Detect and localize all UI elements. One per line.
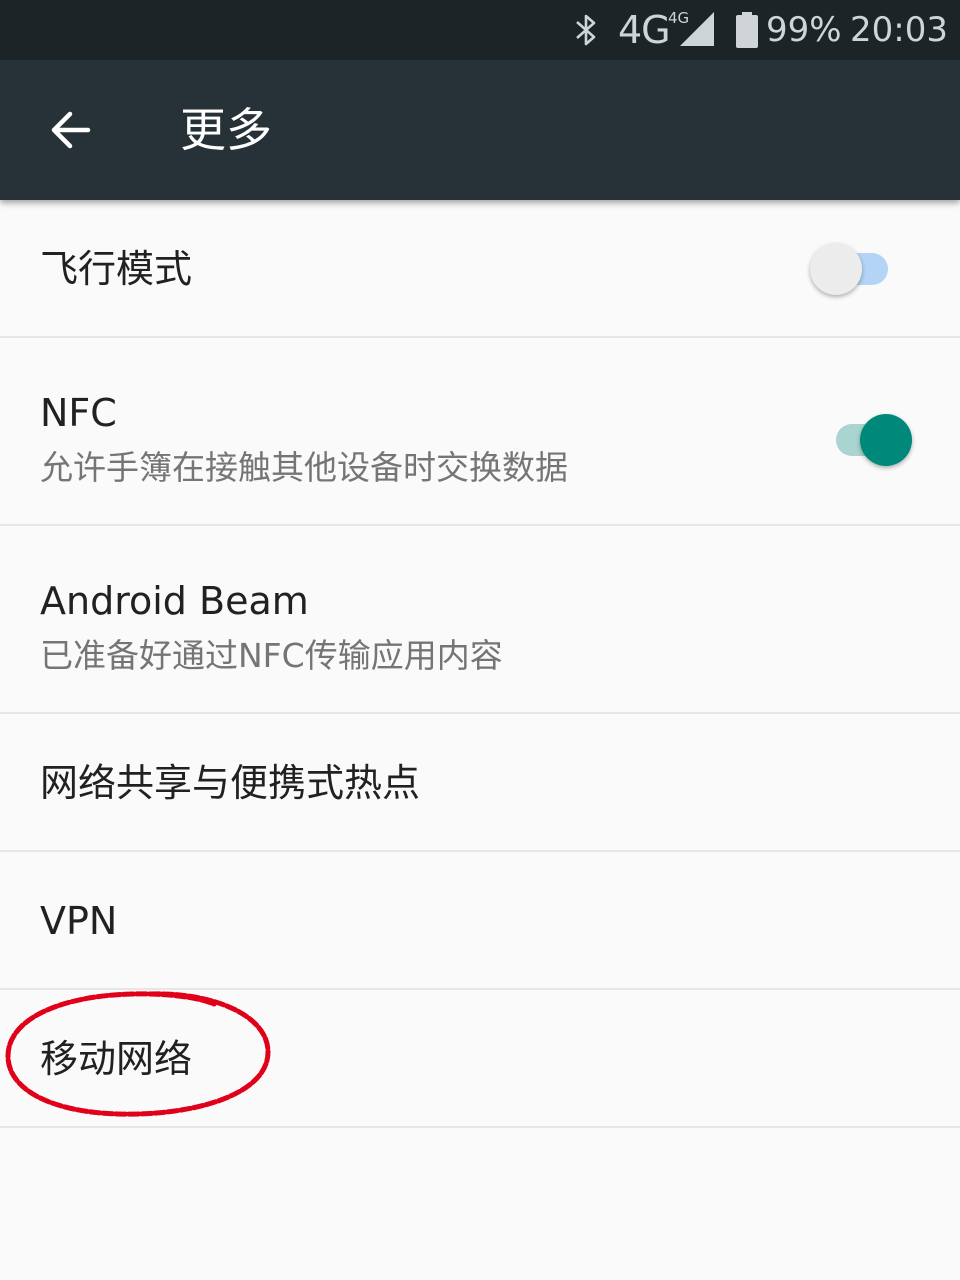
back-button[interactable]: [30, 90, 110, 170]
nfc-summary: 允许手簿在接触其他设备时交换数据: [40, 448, 568, 487]
signal-icon: [680, 12, 714, 46]
nfc-title: NFC: [40, 391, 117, 435]
nfc-row[interactable]: NFC 允许手簿在接触其他设备时交换数据: [0, 338, 960, 526]
airplane-mode-row[interactable]: 飞行模式: [0, 200, 960, 338]
vpn-row[interactable]: VPN: [0, 852, 960, 990]
page-title: 更多: [180, 103, 272, 157]
toggle-thumb: [860, 414, 912, 466]
network-indicator: 4G 4G: [618, 0, 718, 60]
mobile-network-title: 移动网络: [40, 1037, 193, 1081]
airplane-mode-toggle[interactable]: [810, 241, 890, 297]
tethering-title: 网络共享与便携式热点: [40, 761, 421, 805]
app-bar: 更多: [0, 60, 960, 200]
battery-icon: [734, 0, 760, 60]
toggle-thumb: [810, 243, 862, 295]
vpn-title: VPN: [40, 899, 118, 943]
tethering-row[interactable]: 网络共享与便携式热点: [0, 714, 960, 852]
android-beam-summary: 已准备好通过NFC传输应用内容: [40, 636, 503, 675]
battery-percent: 99%: [766, 10, 842, 50]
status-bar: 4G 4G 99% 20:03: [0, 0, 960, 60]
network-type-label: 4G: [618, 8, 671, 52]
nfc-toggle[interactable]: [834, 412, 914, 468]
android-beam-row[interactable]: Android Beam 已准备好通过NFC传输应用内容: [0, 526, 960, 714]
clock: 20:03: [850, 10, 948, 50]
mobile-network-row[interactable]: 移动网络: [0, 990, 960, 1128]
bluetooth-icon: [568, 0, 604, 60]
airplane-mode-title: 飞行模式: [40, 247, 193, 291]
android-beam-title: Android Beam: [40, 579, 309, 623]
arrow-left-icon: [51, 111, 91, 149]
settings-list: 飞行模式 NFC 允许手簿在接触其他设备时交换数据 Android Beam 已…: [0, 200, 960, 1128]
